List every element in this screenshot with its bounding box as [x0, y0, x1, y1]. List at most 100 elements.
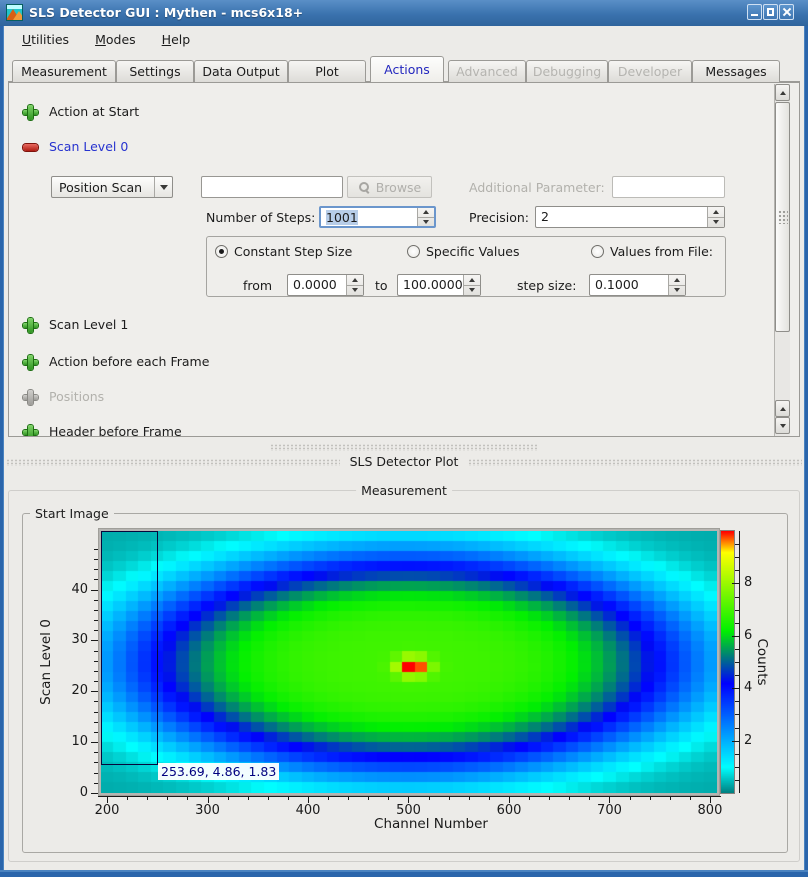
- scan-level-0-label[interactable]: Scan Level 0: [49, 139, 128, 154]
- plot-dock-title[interactable]: SLS Detector Plot: [340, 454, 468, 469]
- tab-advanced[interactable]: Advanced: [448, 60, 526, 82]
- spin-up-button[interactable]: [347, 275, 363, 285]
- from-label: from: [243, 278, 272, 293]
- splitter-handle[interactable]: [270, 444, 538, 451]
- y-major-tick: [91, 590, 98, 591]
- scroll-up-button-bottom[interactable]: [775, 400, 790, 417]
- tab-debugging[interactable]: Debugging: [526, 60, 608, 82]
- x-tick-label: 400: [288, 803, 328, 819]
- spin-up-button[interactable]: [464, 275, 480, 285]
- measurement-groupbox-title: Measurement: [356, 483, 452, 498]
- heatmap-canvas[interactable]: [101, 531, 717, 793]
- expand-plus-icon[interactable]: [23, 425, 38, 437]
- x-minor-tick: [228, 796, 229, 800]
- precision-spinbox[interactable]: 2: [535, 206, 725, 228]
- maximize-button[interactable]: [763, 4, 778, 20]
- tab-plot[interactable]: Plot: [288, 60, 366, 82]
- spin-down-button[interactable]: [669, 285, 685, 296]
- expand-plus-icon[interactable]: [23, 355, 38, 370]
- tab-measurement[interactable]: Measurement: [12, 60, 116, 82]
- y-minor-tick: [94, 559, 98, 560]
- colorbar-minor-tick: [735, 728, 739, 729]
- window-border-bottom: [0, 870, 808, 877]
- action-at-start-label[interactable]: Action at Start: [49, 104, 139, 119]
- colorbar-major-tick: [732, 688, 739, 689]
- scrollbar-thumb[interactable]: [775, 102, 790, 332]
- x-tick-label: 300: [188, 803, 228, 819]
- expand-plus-icon[interactable]: [23, 105, 38, 120]
- scan-script-input[interactable]: [201, 176, 343, 198]
- y-minor-tick: [94, 752, 98, 753]
- tab-data-output[interactable]: Data Output: [194, 60, 288, 82]
- spin-up-button[interactable]: [669, 275, 685, 285]
- precision-value: 2: [536, 207, 707, 227]
- action-before-frame-label[interactable]: Action before each Frame: [49, 354, 209, 369]
- radio-values-from-file[interactable]: Values from File:: [591, 244, 713, 259]
- x-minor-tick: [268, 796, 269, 800]
- colorbar-minor-tick: [735, 714, 739, 715]
- collapse-minus-icon[interactable]: [23, 140, 38, 155]
- vertical-scrollbar[interactable]: [774, 84, 790, 436]
- to-spinbox[interactable]: 100.0000: [397, 274, 481, 296]
- additional-parameter-input: [612, 176, 725, 198]
- x-major-tick: [408, 796, 409, 803]
- scan-mode-select[interactable]: Position Scan: [51, 176, 173, 198]
- colorbar-axis-backbone: [739, 531, 740, 793]
- from-spinbox[interactable]: 0.0000: [287, 274, 364, 296]
- spin-up-button[interactable]: [418, 208, 434, 217]
- y-minor-tick: [94, 783, 98, 784]
- x-minor-tick: [569, 796, 570, 800]
- menu-modes[interactable]: Modes: [85, 29, 146, 50]
- colorbar-minor-tick: [735, 780, 739, 781]
- tab-developer[interactable]: Developer: [608, 60, 692, 82]
- radio-specific-values[interactable]: Specific Values: [407, 244, 519, 259]
- colorbar-minor-tick: [735, 767, 739, 768]
- header-before-frame-label[interactable]: Header before Frame: [49, 424, 182, 437]
- zoom-selection-rect: [101, 531, 158, 765]
- step-size-spinbox[interactable]: 0.1000: [589, 274, 686, 296]
- scroll-down-button[interactable]: [775, 417, 790, 434]
- spin-up-button[interactable]: [708, 207, 724, 217]
- number-of-steps-spinbox[interactable]: 1001: [319, 206, 436, 228]
- menu-utilities[interactable]: Utilities: [12, 29, 79, 50]
- y-minor-tick: [94, 773, 98, 774]
- x-minor-tick: [429, 796, 430, 800]
- radio-icon: [215, 245, 228, 258]
- titlebar[interactable]: SLS Detector GUI : Mythen - mcs6x18+: [0, 0, 808, 26]
- spin-down-button[interactable]: [418, 217, 434, 227]
- x-minor-tick: [328, 796, 329, 800]
- colorbar-minor-tick: [735, 675, 739, 676]
- x-tick-label: 500: [388, 803, 428, 819]
- y-minor-tick: [94, 661, 98, 662]
- tab-messages[interactable]: Messages: [692, 60, 780, 82]
- expand-plus-icon-disabled: [23, 390, 38, 405]
- tab-settings[interactable]: Settings: [116, 60, 194, 82]
- y-minor-tick: [94, 569, 98, 570]
- x-major-tick: [509, 796, 510, 803]
- positions-label: Positions: [49, 389, 104, 404]
- menu-help[interactable]: Help: [152, 29, 201, 50]
- dock-handle-right: [468, 459, 802, 466]
- y-tick-label: 40: [50, 582, 88, 598]
- x-axis-backbone: [98, 796, 721, 797]
- radio-constant-step-size[interactable]: Constant Step Size: [215, 244, 352, 259]
- scan-level-1-label[interactable]: Scan Level 1: [49, 317, 128, 332]
- close-button[interactable]: [779, 4, 794, 20]
- scroll-up-button[interactable]: [775, 84, 790, 101]
- x-major-tick: [308, 796, 309, 803]
- position-tracker-label: 253.69, 4.86, 1.83: [158, 763, 279, 780]
- spin-down-button[interactable]: [708, 217, 724, 228]
- minimize-button[interactable]: [747, 4, 762, 20]
- spin-down-button[interactable]: [464, 285, 480, 296]
- expand-plus-icon[interactable]: [23, 318, 38, 333]
- chevron-down-icon: [160, 185, 168, 190]
- x-minor-tick: [388, 796, 389, 800]
- colorbar-tick-label: 2: [744, 733, 770, 749]
- colorbar-minor-tick: [735, 570, 739, 571]
- tab-actions[interactable]: Actions: [370, 56, 444, 82]
- spin-down-button[interactable]: [347, 285, 363, 296]
- x-minor-tick: [650, 796, 651, 800]
- x-minor-tick: [690, 796, 691, 800]
- x-minor-tick: [630, 796, 631, 800]
- additional-parameter-label: Additional Parameter:: [469, 180, 605, 195]
